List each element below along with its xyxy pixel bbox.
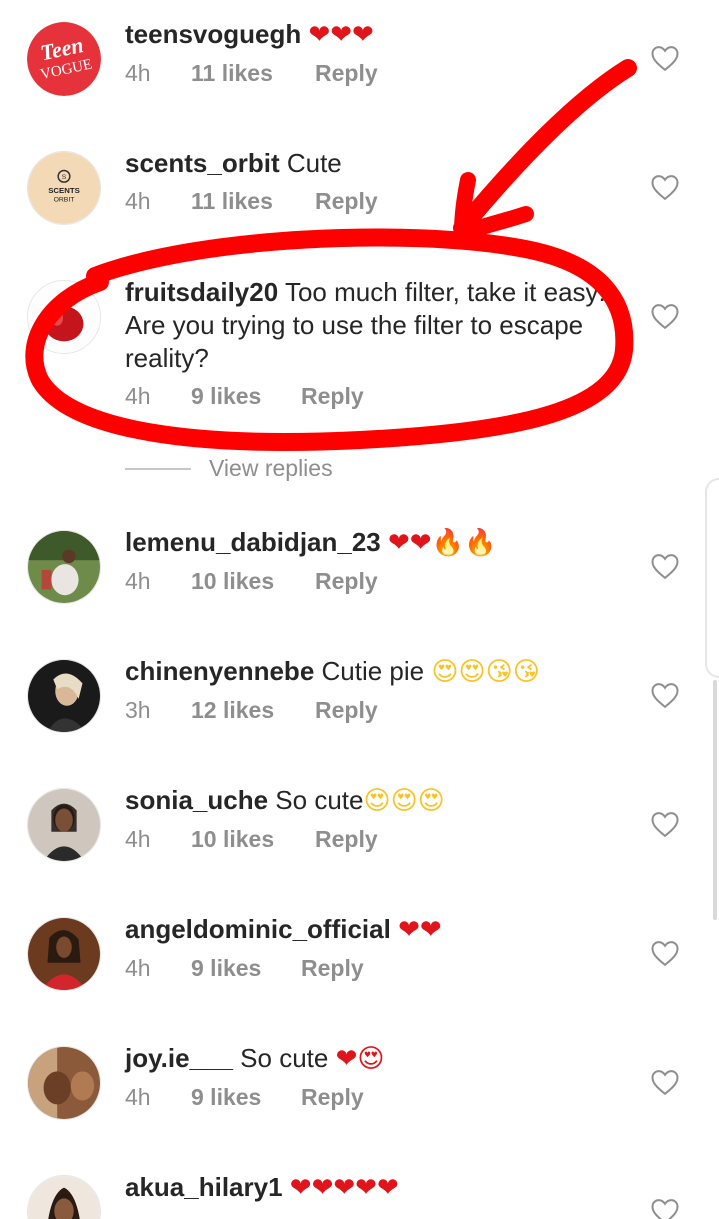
comment-time: 4h bbox=[125, 1084, 151, 1110]
svg-text:SCENTS: SCENTS bbox=[48, 186, 80, 195]
like-heart-icon[interactable] bbox=[650, 810, 680, 838]
reply-button[interactable]: Reply bbox=[315, 697, 378, 724]
comment-time: 3h bbox=[125, 697, 151, 723]
reply-button[interactable]: Reply bbox=[301, 1084, 364, 1111]
scrollbar[interactable] bbox=[713, 680, 717, 920]
view-replies-label: View replies bbox=[209, 455, 333, 481]
avatar-scents-orbit[interactable]: S SCENTS ORBIT bbox=[27, 151, 101, 225]
comment-likes[interactable]: 9 likes bbox=[191, 955, 301, 982]
comment-username[interactable]: lemenu_dabidjan_23 bbox=[125, 527, 381, 557]
svg-text:S: S bbox=[62, 174, 67, 181]
comment-time: 4h bbox=[125, 60, 151, 86]
avatar-teensvoguegh[interactable]: Teen VOGUE bbox=[27, 22, 101, 96]
reply-button[interactable]: Reply bbox=[315, 188, 378, 215]
like-heart-icon[interactable] bbox=[650, 939, 680, 967]
comment-username[interactable]: scents_orbit bbox=[125, 148, 280, 178]
comment-text: Cutie pie bbox=[321, 656, 425, 686]
comment-text: So cute bbox=[275, 785, 364, 815]
comment-time: 4h bbox=[125, 568, 151, 594]
heart-emoji: ❤❤❤ bbox=[308, 20, 374, 50]
like-heart-icon[interactable] bbox=[650, 552, 680, 580]
like-heart-icon[interactable] bbox=[650, 302, 680, 330]
reply-button[interactable]: Reply bbox=[315, 568, 378, 595]
side-panel-handle[interactable] bbox=[705, 478, 719, 678]
comment-username[interactable]: sonia_uche bbox=[125, 785, 268, 815]
like-heart-icon[interactable] bbox=[650, 44, 680, 72]
like-heart-icon[interactable] bbox=[650, 1197, 680, 1219]
reply-button[interactable]: Reply bbox=[315, 826, 378, 853]
comment-time: 4h bbox=[125, 188, 151, 214]
view-replies-button[interactable]: View replies bbox=[125, 455, 333, 482]
comment-username[interactable]: fruitsdaily20 bbox=[125, 277, 278, 307]
comment-likes[interactable]: 9 likes bbox=[191, 1084, 301, 1111]
comment-likes[interactable]: 12 likes bbox=[191, 697, 315, 724]
reply-button[interactable]: Reply bbox=[315, 60, 378, 87]
heart-emoji: ❤❤ bbox=[398, 915, 442, 945]
avatar-joy-ie[interactable] bbox=[27, 1046, 101, 1120]
comment-username[interactable]: angeldominic_official bbox=[125, 914, 391, 944]
heart-emoji: ❤😍 bbox=[335, 1044, 385, 1074]
comment-username[interactable]: akua_hilary1 bbox=[125, 1172, 283, 1202]
comment-text: Cute bbox=[286, 148, 342, 178]
comment-text: So cute bbox=[240, 1043, 329, 1073]
heart-eyes-emoji: 😍😍😍 bbox=[363, 786, 445, 816]
comment-username[interactable]: joy.ie___ bbox=[125, 1043, 233, 1073]
heart-fire-emoji: ❤❤🔥🔥 bbox=[388, 528, 497, 558]
heart-eyes-emoji: 😍😍😘😘 bbox=[431, 657, 540, 687]
avatar-lemenu-dabidjan[interactable] bbox=[27, 530, 101, 604]
comment-time: 4h bbox=[125, 955, 151, 981]
comment-time: 4h bbox=[125, 383, 151, 409]
comment-likes[interactable]: 10 likes bbox=[191, 826, 315, 853]
comment-username[interactable]: teensvoguegh bbox=[125, 19, 301, 49]
like-heart-icon[interactable] bbox=[650, 681, 680, 709]
comment-time: 4h bbox=[125, 826, 151, 852]
comment-likes[interactable]: 10 likes bbox=[191, 568, 315, 595]
svg-text:ORBIT: ORBIT bbox=[54, 197, 75, 204]
comment-username[interactable]: chinenyennebe bbox=[125, 656, 314, 686]
avatar-sonia-uche[interactable] bbox=[27, 788, 101, 862]
avatar-akua-hilary[interactable] bbox=[27, 1175, 101, 1219]
heart-emoji: ❤❤❤❤❤ bbox=[289, 1173, 399, 1203]
reply-button[interactable]: Reply bbox=[301, 955, 364, 982]
comment-likes[interactable]: 11 likes bbox=[191, 60, 315, 87]
avatar-fruitsdaily20[interactable] bbox=[27, 280, 101, 354]
comment-likes[interactable]: 9 likes bbox=[191, 383, 301, 410]
divider-line bbox=[125, 467, 191, 470]
reply-button[interactable]: Reply bbox=[301, 383, 364, 410]
like-heart-icon[interactable] bbox=[650, 173, 680, 201]
like-heart-icon[interactable] bbox=[650, 1068, 680, 1096]
comment-likes[interactable]: 11 likes bbox=[191, 188, 315, 215]
avatar-angeldominic[interactable] bbox=[27, 917, 101, 991]
avatar-chinenyennebe[interactable] bbox=[27, 659, 101, 733]
